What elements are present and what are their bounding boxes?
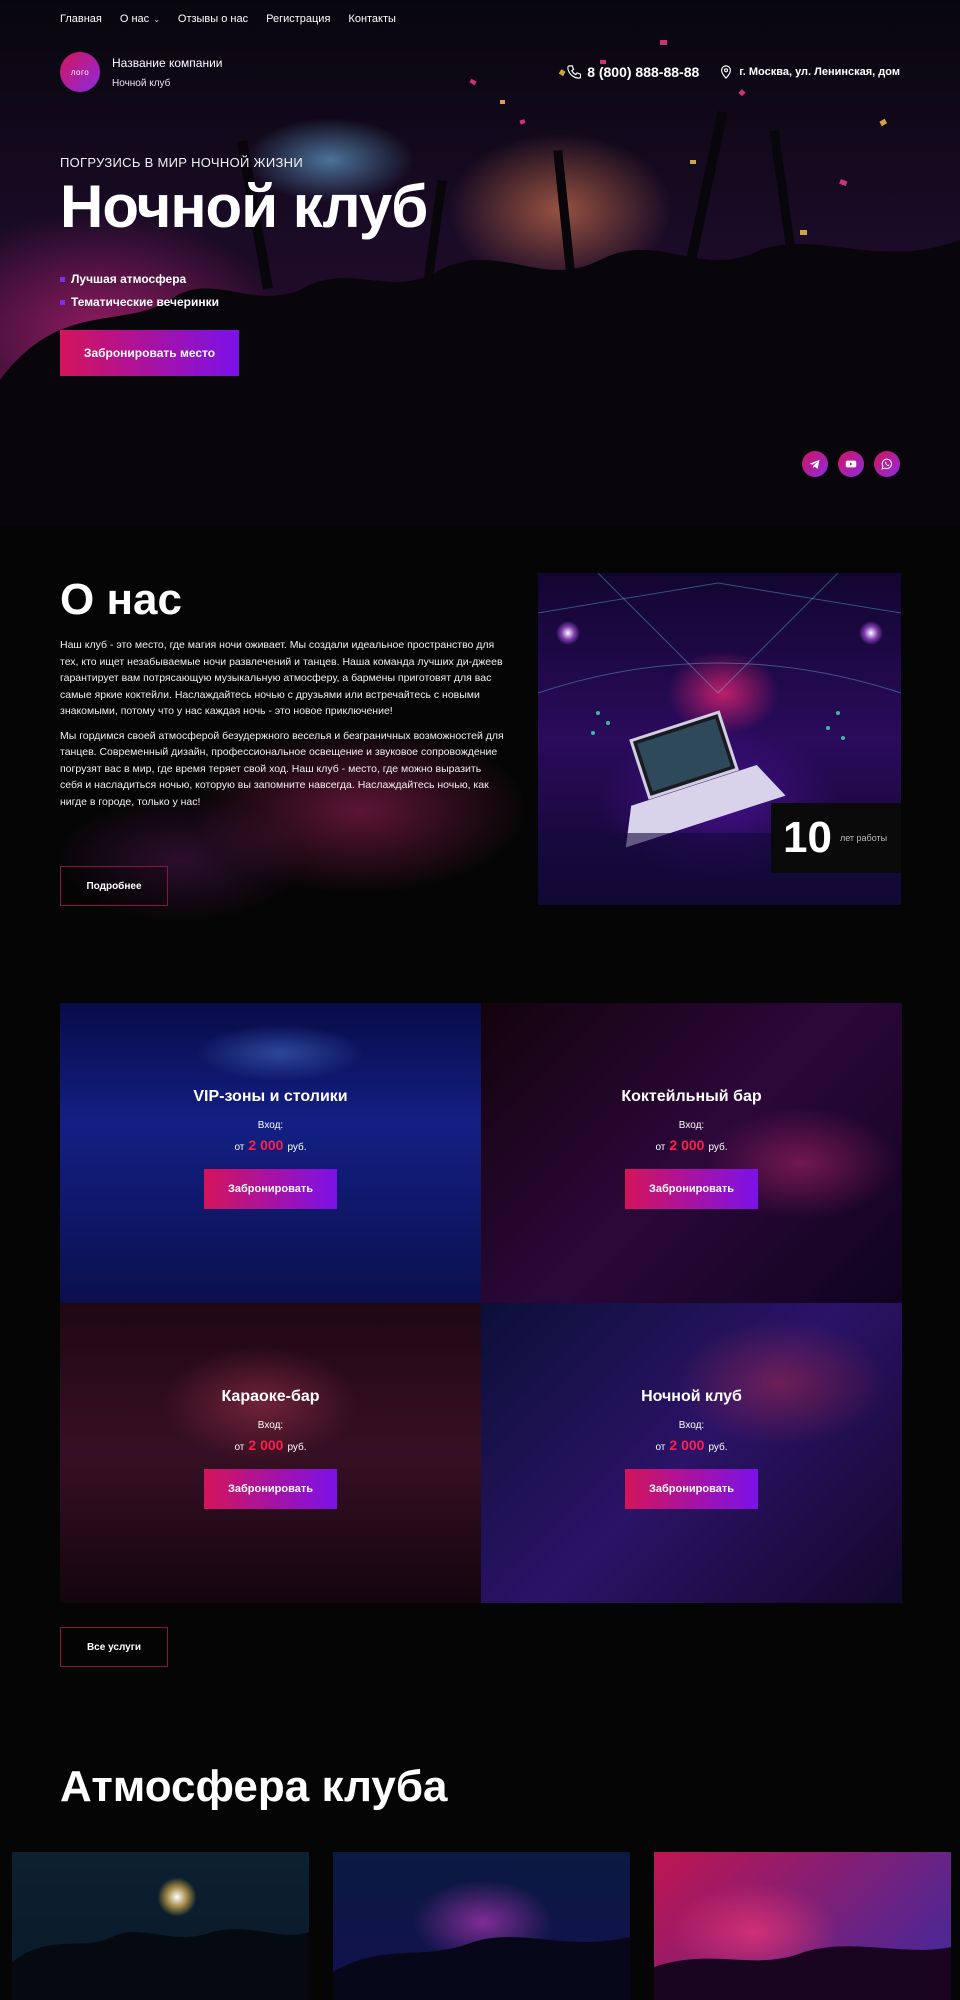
- hero-bullet: Тематические вечеринки: [60, 295, 219, 309]
- price-currency: руб.: [708, 1442, 728, 1453]
- company-block: Название компании Ночной клуб: [112, 56, 222, 89]
- service-price: 2 000: [669, 1437, 705, 1453]
- service-price-line: от 2 000 руб.: [60, 1137, 481, 1153]
- nav-item-contacts[interactable]: Контакты: [348, 13, 396, 25]
- price-currency: руб.: [287, 1142, 307, 1153]
- hero-title: Ночной клуб: [60, 173, 428, 240]
- hero-bullets: Лучшая атмосфера Тематические вечеринки: [60, 272, 219, 318]
- service-card-vip: VIP-зоны и столики Вход: от 2 000 руб. Заб…: [60, 1003, 481, 1303]
- service-price-line: от 2 000 руб.: [481, 1437, 902, 1453]
- book-karaoke-button[interactable]: Забронировать: [204, 1469, 337, 1509]
- service-price: 2 000: [248, 1437, 284, 1453]
- gallery-crowd-illustration: [654, 1946, 951, 2000]
- about-paragraph: Наш клуб - это место, где магия ночи ожи…: [60, 639, 503, 717]
- book-cocktail-bar-button[interactable]: Забронировать: [625, 1169, 758, 1209]
- price-currency: руб.: [287, 1442, 307, 1453]
- service-card-nightclub: Ночной клуб Вход: от 2 000 руб. Заброниров…: [481, 1303, 902, 1603]
- price-currency: руб.: [708, 1142, 728, 1153]
- years-label: лет работы: [839, 833, 888, 843]
- service-title: Ночной клуб: [641, 1388, 742, 1405]
- nav-item-registration[interactable]: Регистрация: [266, 13, 330, 25]
- service-price-line: от 2 000 руб.: [481, 1137, 902, 1153]
- phone-icon: [567, 65, 582, 79]
- service-entry: Вход:: [678, 1420, 705, 1431]
- service-title: Коктейльный бар: [621, 1088, 762, 1105]
- service-card-content: VIP-зоны и столики Вход: от 2 000 руб. Заб…: [60, 1088, 481, 1209]
- hero-bullet-label: Лучшая атмосфера: [71, 272, 187, 286]
- about-paragraph: Мы гордимся своей атмосферой безудержног…: [60, 729, 504, 808]
- bullet-marker-icon: [60, 299, 65, 305]
- nav-item-about-label: О нас: [119, 13, 150, 25]
- book-nightclub-button[interactable]: Забронировать: [625, 1469, 758, 1509]
- service-title: Караоке-бар: [221, 1388, 320, 1405]
- service-entry: Вход:: [257, 1120, 284, 1131]
- phone-number[interactable]: 8 (800) 888-88-88: [587, 64, 699, 80]
- telegram-icon[interactable]: [802, 451, 828, 477]
- years-stat: 10 лет работы: [771, 803, 901, 873]
- service-entry: Вход:: [678, 1120, 705, 1131]
- nav-item-home[interactable]: Главная: [60, 13, 102, 25]
- hero-bullet-label: Тематические вечеринки: [71, 295, 220, 309]
- chevron-down-icon: ⌄: [153, 15, 160, 24]
- gallery-photo-confetti[interactable]: [12, 1852, 309, 2000]
- gallery-crowd-illustration: [333, 1937, 630, 2000]
- all-services-button[interactable]: Все услуги: [60, 1627, 168, 1667]
- years-number: 10: [783, 813, 832, 862]
- bullet-marker-icon: [60, 276, 65, 282]
- nav-item-about[interactable]: О нас ⌄: [120, 13, 160, 25]
- more-button[interactable]: Подробнее: [60, 866, 168, 906]
- price-prefix: от: [655, 1442, 666, 1453]
- gallery-photo-stage[interactable]: [333, 1852, 630, 2000]
- company-subtitle: Ночной клуб: [112, 78, 171, 89]
- contact-block: 8 (800) 888-88-88 г. Москва, ул. Ленинск…: [567, 64, 900, 80]
- price-prefix: от: [234, 1442, 245, 1453]
- service-price: 2 000: [669, 1137, 705, 1153]
- service-price-line: от 2 000 руб.: [60, 1437, 481, 1453]
- service-price: 2 000: [248, 1137, 284, 1153]
- service-entry: Вход:: [257, 1420, 284, 1431]
- about-title: О нас: [60, 575, 182, 624]
- atmosphere-title: Атмосфера клуба: [60, 1762, 448, 1811]
- youtube-icon[interactable]: [838, 451, 864, 477]
- hero-kicker: ПОГРУЗИСЬ В МИР НОЧНОЙ ЖИЗНИ: [60, 155, 303, 170]
- social-links: [802, 451, 900, 477]
- hero-section: Главная О нас ⌄ Отзывы о нас Регистрация …: [0, 0, 960, 526]
- book-place-button[interactable]: Забронировать место: [60, 330, 239, 376]
- location-pin-icon: [721, 65, 732, 79]
- price-prefix: от: [655, 1142, 666, 1153]
- book-vip-button[interactable]: Забронировать: [204, 1169, 337, 1209]
- about-text: Наш клуб - это место, где магия ночи ожи…: [60, 637, 505, 818]
- gallery-crowd-illustration: [12, 1929, 309, 2000]
- whatsapp-icon[interactable]: [874, 451, 900, 477]
- gallery-photo-dance[interactable]: [654, 1852, 951, 2000]
- address-text: г. Москва, ул. Ленинская, дом: [739, 66, 900, 78]
- service-title: VIP-зоны и столики: [193, 1088, 348, 1105]
- service-card-content: Ночной клуб Вход: от 2 000 руб. Заброниров…: [481, 1388, 902, 1509]
- price-prefix: от: [234, 1142, 245, 1153]
- company-name: Название компании: [112, 56, 223, 70]
- service-card-cocktail-bar: Коктейльный бар Вход: от 2 000 руб. Заброн…: [481, 1003, 902, 1303]
- nav-item-reviews[interactable]: Отзывы о нас: [178, 13, 248, 25]
- service-card-content: Караоке-бар Вход: от 2 000 руб. Заброниров…: [60, 1388, 481, 1509]
- hero-bullet: Лучшая атмосфера: [60, 272, 219, 286]
- service-card-karaoke: Караоке-бар Вход: от 2 000 руб. Заброниров…: [60, 1303, 481, 1603]
- main-nav: Главная О нас ⌄ Отзывы о нас Регистрация …: [60, 13, 396, 25]
- service-card-content: Коктейльный бар Вход: от 2 000 руб. Заброн…: [481, 1088, 902, 1209]
- logo[interactable]: лого: [60, 52, 100, 92]
